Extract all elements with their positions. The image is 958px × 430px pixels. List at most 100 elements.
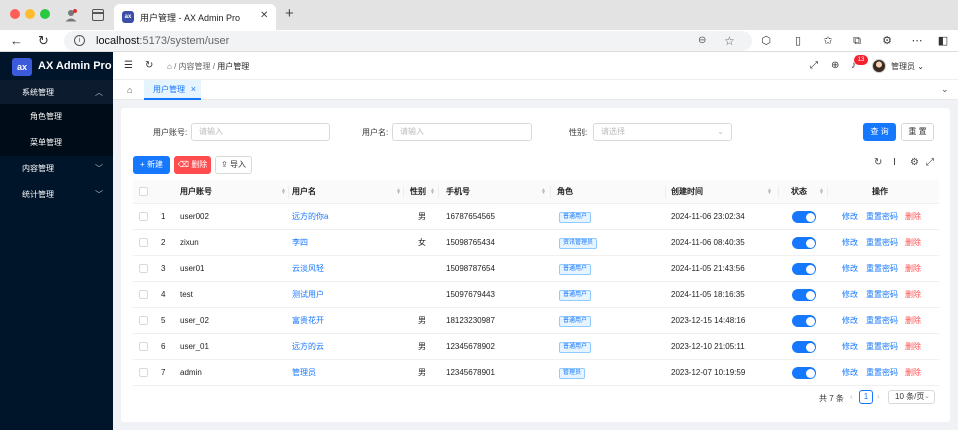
delete-link[interactable]: 删除 — [905, 230, 921, 256]
reset-button[interactable]: 重 置 — [901, 123, 934, 141]
cell-name-link[interactable]: 管理员 — [292, 360, 316, 386]
status-toggle[interactable] — [792, 341, 816, 353]
home-icon[interactable]: ⌂ — [167, 62, 172, 71]
row-checkbox[interactable] — [139, 368, 148, 377]
table-row[interactable]: 7 admin 管理员 男 12345678901 管理员 2023-12-07 10:19… — [133, 360, 939, 386]
row-checkbox[interactable] — [139, 342, 148, 351]
cell-name-link[interactable]: 远方的云 — [292, 334, 324, 360]
table-fullscreen-icon[interactable]: ⤢ — [926, 158, 934, 168]
edit-link[interactable]: 修改 — [842, 360, 858, 386]
row-checkbox[interactable] — [139, 264, 148, 273]
delete-link[interactable]: 删除 — [905, 282, 921, 308]
avatar[interactable] — [872, 59, 886, 73]
row-checkbox[interactable] — [139, 238, 148, 247]
import-button[interactable]: ⇪ 导入 — [215, 156, 252, 174]
table-row[interactable]: 3 user01 云淡风轻 15098787654 普通用户 2024-11-05 21:… — [133, 256, 939, 282]
select-all-checkbox[interactable] — [139, 187, 148, 196]
table-row[interactable]: 2 zixun 李四 女 15098765434 资讯管理员 2024-11-06 08:4… — [133, 230, 939, 256]
table-row[interactable]: 5 user_02 富贵花开 男 18123230987 普通用户 2023-12-15 1… — [133, 308, 939, 334]
reset-password-link[interactable]: 重置密码 — [866, 360, 898, 386]
table-settings-gear-icon[interactable]: ⚙ — [910, 158, 919, 168]
refresh-icon[interactable]: ↻ — [145, 60, 153, 71]
delete-link[interactable]: 删除 — [905, 204, 921, 230]
user-name[interactable]: 管理员 ⌄ — [891, 61, 924, 72]
zoom-magnifier-icon[interactable]: ⊖ — [698, 35, 706, 46]
reset-password-link[interactable]: 重置密码 — [866, 282, 898, 308]
sort-icon[interactable]: ▲ ▼ — [819, 188, 824, 196]
split-view-icon[interactable]: ▯ — [792, 35, 804, 47]
delete-link[interactable]: 删除 — [905, 360, 921, 386]
window-maximize-button[interactable] — [40, 9, 50, 19]
reset-password-link[interactable]: 重置密码 — [866, 308, 898, 334]
reset-password-link[interactable]: 重置密码 — [866, 256, 898, 282]
reset-password-link[interactable]: 重置密码 — [866, 204, 898, 230]
cell-name-link[interactable]: 李四 — [292, 230, 308, 256]
delete-button[interactable]: ⌫ 删除 — [174, 156, 211, 174]
menu-collapse-icon[interactable]: ☰ — [124, 60, 133, 71]
reset-password-link[interactable]: 重置密码 — [866, 230, 898, 256]
window-close-button[interactable] — [10, 9, 20, 19]
site-info-icon[interactable]: i — [74, 35, 85, 46]
pagination-page-1[interactable]: 1 — [859, 390, 873, 404]
edit-link[interactable]: 修改 — [842, 282, 858, 308]
sidebar-item-content[interactable]: 内容管理 ﹀ — [0, 156, 113, 182]
bookmark-star-icon[interactable]: ☆ — [724, 34, 735, 48]
table-row[interactable]: 4 test 测试用户 15097679443 普通用户 2024-11-05 18:16… — [133, 282, 939, 308]
extension-puzzle-icon[interactable]: ⬡ — [760, 35, 772, 47]
browser-menu-dots-icon[interactable]: ⋯ — [911, 35, 923, 47]
sidebar-item-menus[interactable]: 菜单管理 — [0, 130, 113, 156]
col-header-account[interactable]: 用户账号 — [180, 180, 212, 204]
status-toggle[interactable] — [792, 211, 816, 223]
delete-link[interactable]: 删除 — [905, 334, 921, 360]
collections-icon[interactable]: ⧉ — [851, 35, 863, 47]
page-size-select[interactable]: 10 条/页 ⌄ — [888, 390, 935, 404]
name-input[interactable]: 请输入 — [392, 123, 532, 141]
account-input[interactable]: 请输入 — [191, 123, 330, 141]
cell-name-link[interactable]: 云淡风轻 — [292, 256, 324, 282]
browser-tab-active[interactable]: ax 用户管理 - AX Admin Pro ✕ — [114, 4, 276, 30]
back-arrow-icon[interactable]: ← — [10, 34, 23, 48]
sidebar-item-system[interactable]: 系统管理 ︿ — [0, 80, 113, 106]
reset-password-link[interactable]: 重置密码 — [866, 334, 898, 360]
sort-icon[interactable]: ▲ ▼ — [430, 188, 435, 196]
tab-user-management[interactable]: 用户管理 × — [144, 80, 201, 100]
sort-icon[interactable]: ▲ ▼ — [541, 188, 546, 196]
edit-link[interactable]: 修改 — [842, 230, 858, 256]
pagination-prev-icon[interactable]: ‹ — [850, 392, 853, 401]
edit-link[interactable]: 修改 — [842, 308, 858, 334]
sort-icon[interactable]: ▲ ▼ — [281, 188, 286, 196]
row-checkbox[interactable] — [139, 212, 148, 221]
sort-icon[interactable]: ▲ ▼ — [767, 188, 772, 196]
favorites-icon[interactable]: ✩ — [822, 35, 834, 47]
row-checkbox[interactable] — [139, 290, 148, 299]
tags-dropdown-icon[interactable]: ⌄ — [941, 84, 949, 95]
delete-link[interactable]: 删除 — [905, 308, 921, 334]
status-toggle[interactable] — [792, 367, 816, 379]
sidebar-item-stats[interactable]: 统计管理 ﹀ — [0, 182, 113, 208]
edit-link[interactable]: 修改 — [842, 334, 858, 360]
reload-icon[interactable]: ↻ — [38, 34, 49, 48]
cell-name-link[interactable]: 富贵花开 — [292, 308, 324, 334]
gender-select[interactable]: 请选择 ⌄ — [593, 123, 732, 141]
add-user-button[interactable]: + 新建 — [133, 156, 170, 174]
url-field[interactable]: i localhost:5173/system/user ⊖ ☆ — [64, 31, 752, 51]
extension-icon[interactable]: ⚙ — [881, 35, 893, 47]
fullscreen-icon[interactable]: ⤢ — [810, 60, 818, 71]
breadcrumb-item[interactable]: 内容管理 — [179, 62, 211, 71]
query-button[interactable]: 查 询 — [863, 123, 896, 141]
new-tab-plus-icon[interactable]: + — [285, 6, 294, 22]
status-toggle[interactable] — [792, 315, 816, 327]
column-height-icon[interactable]: Ⅰ — [893, 158, 896, 168]
status-toggle[interactable] — [792, 289, 816, 301]
col-header-name[interactable]: 用户名 — [292, 180, 316, 204]
sort-icon[interactable]: ▲ ▼ — [396, 188, 401, 196]
table-refresh-icon[interactable]: ↻ — [874, 158, 882, 168]
sidebar-toggle-icon[interactable]: ◧ — [937, 35, 949, 47]
edit-link[interactable]: 修改 — [842, 256, 858, 282]
col-header-created[interactable]: 创建时间 — [671, 180, 703, 204]
cell-name-link[interactable]: 远方的你a — [292, 204, 328, 230]
window-minimize-button[interactable] — [25, 9, 35, 19]
language-globe-icon[interactable]: ⊕ — [831, 60, 839, 71]
browser-profile-icon[interactable] — [64, 8, 78, 22]
browser-tab-close-icon[interactable]: ✕ — [260, 10, 268, 21]
